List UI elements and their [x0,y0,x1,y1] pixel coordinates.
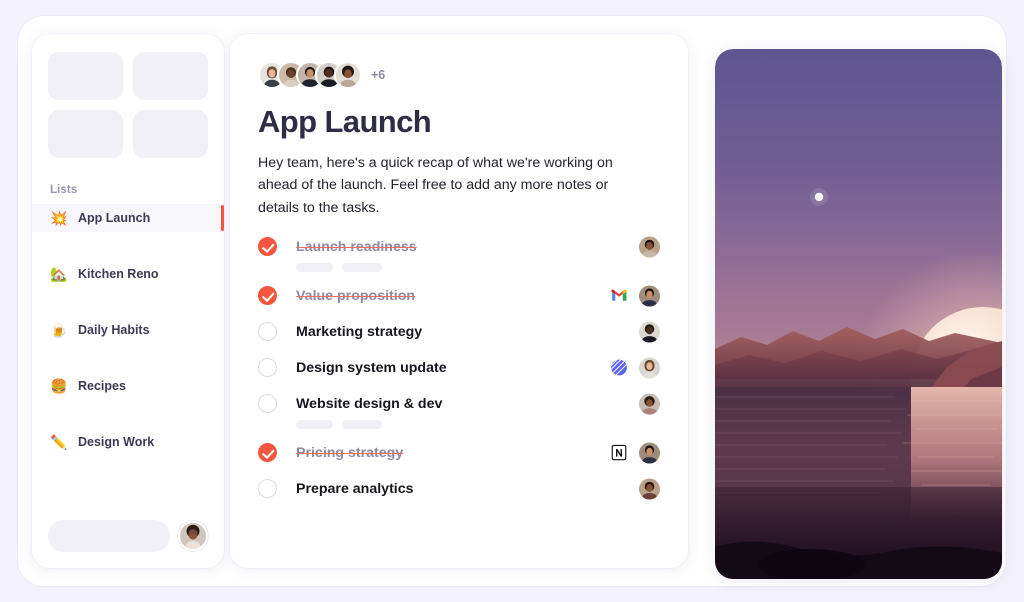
sidebar-item-label: Recipes [78,379,126,393]
task-meta-placeholders [296,262,660,272]
task-row[interactable]: Design system update [258,354,660,382]
intro-paragraph: Hey team, here's a quick recap of what w… [258,155,613,216]
avatar[interactable] [334,61,362,89]
search-input[interactable] [48,520,170,552]
sidebar-item-design-work[interactable]: ✏️ Design Work [32,428,224,456]
notion-icon[interactable] [610,444,628,462]
task-checkbox[interactable] [258,479,277,499]
task-checkbox[interactable] [258,394,277,414]
collaborator-overflow-count[interactable]: +6 [371,68,385,82]
task-row[interactable]: Value proposition [258,282,660,310]
avatar[interactable] [639,442,660,464]
task-label: Prepare analytics [296,480,414,497]
sidebar: Lists 💥 App Launch 🏡 Kitchen Reno 🍺 Dail… [32,34,224,568]
task-row-meta [639,393,660,415]
sidebar-item-recipes[interactable]: 🍔 Recipes [32,372,224,400]
task-label: Marketing strategy [296,323,423,340]
collision-emoji: 💥 [50,210,68,226]
task-checkbox[interactable] [258,322,277,342]
task-label: Value proposition [296,287,416,304]
meta-placeholder-bar [296,262,333,272]
linear-icon[interactable] [610,359,628,377]
sidebar-item-label: Design Work [78,435,155,449]
lists-section-label: Lists [50,184,78,196]
meta-placeholder-bar [296,419,333,429]
sidebar-nav: 💥 App Launch 🏡 Kitchen Reno 🍺 Daily Habi… [32,204,224,456]
task-checkbox[interactable] [258,237,277,257]
task-checkbox[interactable] [258,358,277,378]
avatar[interactable] [639,478,660,500]
sidebar-quick-grid [32,34,224,158]
app-window: Lists 💥 App Launch 🏡 Kitchen Reno 🍺 Dail… [18,16,1006,586]
meta-placeholder-bar [342,419,382,429]
task-row[interactable]: Website design & dev [258,390,660,418]
task-checkbox[interactable] [258,443,277,463]
collaborator-avatar-stack[interactable]: +6 [258,60,660,90]
sidebar-item-label: Daily Habits [78,323,150,337]
user-avatar[interactable] [178,521,208,551]
task-row-meta [610,442,660,464]
task-row[interactable]: Launch readiness [258,233,660,261]
house-emoji: 🏡 [50,266,68,282]
sidebar-footer [48,520,208,552]
moonrise-over-water-photo [715,49,1002,579]
task-row-meta [610,357,660,379]
task-row-meta [610,285,660,307]
hamburger-emoji: 🍔 [50,378,68,394]
task-row[interactable]: Marketing strategy [258,318,660,346]
sidebar-item-app-launch[interactable]: 💥 App Launch [32,204,224,232]
avatar[interactable] [639,357,660,379]
avatar[interactable] [639,393,660,415]
task-list: Launch readiness Value proposition Marke… [258,233,660,503]
task-label: Pricing strategy [296,444,404,461]
pencil-emoji: ✏️ [50,434,68,450]
avatar[interactable] [639,285,660,307]
task-label: Launch readiness [296,238,417,255]
quick-grid-placeholder[interactable] [133,110,208,158]
avatar[interactable] [639,236,660,258]
task-row-meta [639,321,660,343]
note-card: +6 App Launch Hey team, here's a quick r… [230,34,688,568]
task-row-meta [639,236,660,258]
sidebar-item-label: Kitchen Reno [78,267,159,281]
meta-placeholder-bar [342,262,382,272]
page-title: App Launch [258,104,432,139]
sidebar-item-kitchen-reno[interactable]: 🏡 Kitchen Reno [32,260,224,288]
task-meta-placeholders [296,419,660,429]
sidebar-item-label: App Launch [78,211,151,225]
quick-grid-placeholder[interactable] [133,52,208,100]
task-row[interactable]: Prepare analytics [258,475,660,503]
task-label: Website design & dev [296,395,443,412]
quick-grid-placeholder[interactable] [48,52,123,100]
sidebar-item-daily-habits[interactable]: 🍺 Daily Habits [32,316,224,344]
avatar[interactable] [639,321,660,343]
task-label: Design system update [296,359,447,376]
task-row-meta [639,478,660,500]
gmail-icon[interactable] [610,287,628,305]
task-checkbox[interactable] [258,286,277,306]
task-row[interactable]: Pricing strategy [258,439,660,467]
beverage-emoji: 🍺 [50,322,68,338]
quick-grid-placeholder[interactable] [48,110,123,158]
